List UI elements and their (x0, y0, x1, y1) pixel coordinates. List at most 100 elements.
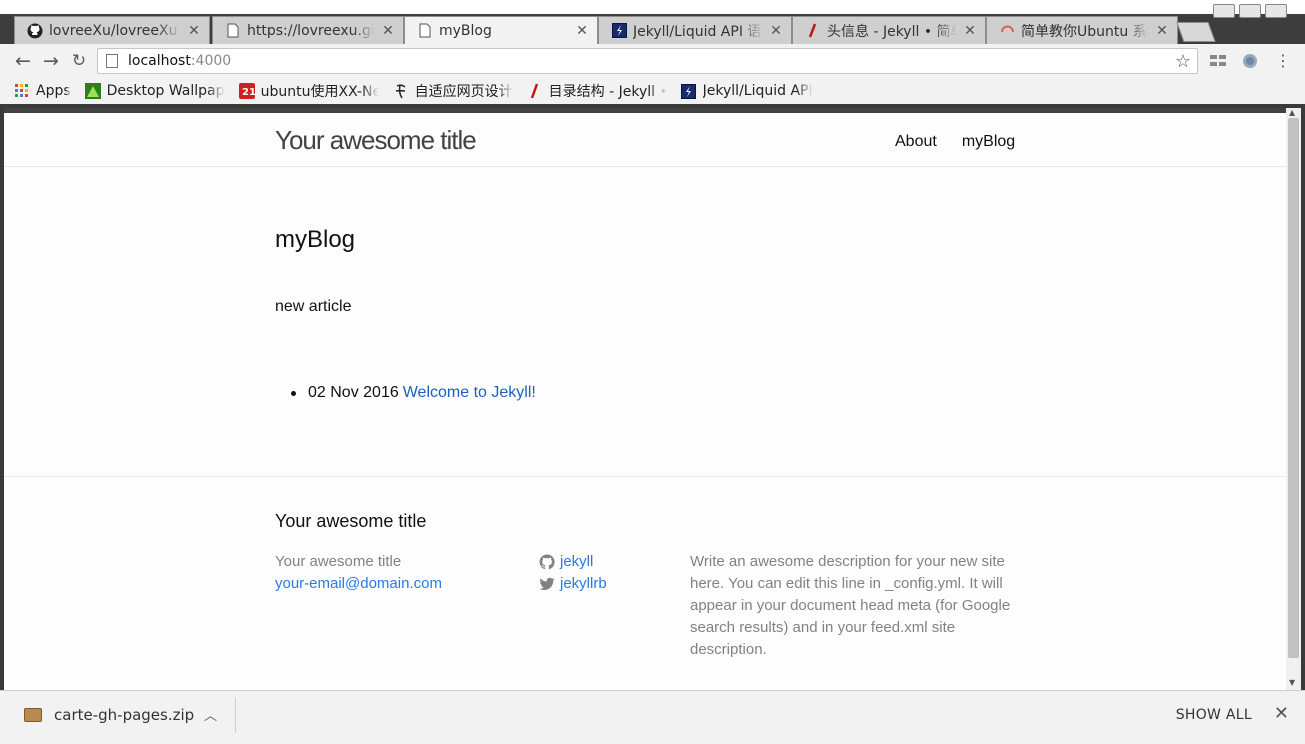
bullet (291, 390, 296, 396)
bookmark-label: 目录结构 - Jekyll • 简单 (548, 84, 667, 100)
nav-link-myblog[interactable]: myBlog (962, 133, 1015, 151)
jekyll-tube-icon (527, 83, 543, 99)
list-item: 02 Nov 2016 Welcome to Jekyll! (288, 384, 536, 402)
page-heading: myBlog (275, 226, 356, 253)
reload-icon[interactable]: ↻ (68, 50, 90, 72)
close-icon[interactable]: ✕ (963, 23, 977, 39)
bookmark-label: Apps (36, 83, 71, 99)
url-host: localhost (128, 53, 191, 69)
menu-kebab-icon[interactable]: ⋮ (1272, 50, 1294, 72)
social-github: jekyll (539, 551, 607, 573)
bookmarks-bar: Apps Desktop Wallpapers 21 ubuntu使用XX-Ne… (0, 78, 1305, 104)
scroll-up-icon[interactable]: ▲ (1289, 108, 1295, 117)
twitter-icon (539, 577, 555, 591)
scrollbar-thumb[interactable] (1288, 118, 1299, 658)
tab-title: myBlog (439, 22, 492, 39)
site-title[interactable]: Your awesome title (275, 125, 477, 156)
window-controls (1213, 4, 1287, 18)
bookmark-responsive-design[interactable]: 自适应网页设计 (393, 81, 513, 101)
download-shelf: carte-gh-pages.zip ︿ SHOW ALL ✕ (0, 690, 1305, 744)
footer-heading: Your awesome title (275, 511, 427, 531)
scroll-down-icon[interactable]: ▼ (1289, 678, 1295, 687)
zip-file-icon (24, 708, 42, 722)
tab-lovreexu-site[interactable]: https://lovreexu.github.io ✕ (212, 16, 404, 44)
bookmark-label: Jekyll/Liquid API (702, 83, 813, 99)
github-link[interactable]: jekyll (560, 551, 593, 573)
page-info-icon[interactable] (106, 54, 118, 68)
jekyll-docs-icon (681, 83, 697, 99)
close-icon[interactable]: ✕ (769, 23, 783, 39)
site-header: Your awesome title About myBlog (4, 108, 1286, 167)
lead-text: new article (275, 298, 352, 315)
page-scrollbar[interactable]: ▲ ▼ (1286, 108, 1301, 690)
tab-title: lovreeXu/lovreeXu.github.io (49, 22, 181, 39)
script-icon (393, 83, 409, 99)
browser-toolbar: ← → ↻ localhost:4000 ☆ ⋮ (0, 44, 1305, 78)
bookmark-ubuntu-xxnet[interactable]: 21 ubuntu使用XX-Net (238, 81, 379, 101)
tab-ubuntu[interactable]: 简单教你Ubuntu 系统 ✕ (986, 16, 1178, 44)
download-item[interactable]: carte-gh-pages.zip ︿ (0, 697, 236, 733)
window-titlebar (0, 0, 1305, 14)
footer-contact: Your awesome title your-email@domain.com (275, 551, 442, 595)
tab-title: Jekyll/Liquid API 语法 (633, 23, 763, 40)
apps-grid-icon (14, 83, 30, 99)
extension-circle-icon[interactable] (1242, 53, 1258, 69)
social-twitter: jekyllrb (539, 573, 607, 595)
loading-icon (999, 23, 1015, 39)
bookmark-jekyll-liquid[interactable]: Jekyll/Liquid API (681, 83, 813, 99)
nav-link-about[interactable]: About (895, 133, 937, 151)
new-tab-button[interactable] (1176, 22, 1216, 42)
github-icon (27, 23, 43, 39)
forward-icon[interactable]: → (40, 50, 62, 72)
tab-strip: lovreeXu/lovreeXu.github.io ✕ https://lo… (0, 14, 1305, 44)
wallpaper-icon (84, 83, 101, 99)
site-nav: About myBlog (895, 133, 1015, 151)
show-all-button[interactable]: SHOW ALL (1176, 707, 1252, 723)
footer-social: jekyll jekyllrb (539, 551, 607, 595)
minimize-button[interactable] (1213, 4, 1235, 18)
window-border-right (1301, 104, 1305, 690)
close-icon[interactable]: ✕ (381, 23, 395, 39)
tab-jekyll-header[interactable]: 头信息 - Jekyll • 简单静态博客 ✕ (792, 16, 986, 44)
tab-jekyll-liquid[interactable]: Jekyll/Liquid API 语法 ✕ (598, 16, 792, 44)
chevron-up-icon[interactable]: ︿ (204, 705, 217, 724)
close-window-button[interactable] (1265, 4, 1287, 18)
red-badge-icon: 21 (238, 83, 255, 99)
bookmark-apps[interactable]: Apps (14, 83, 71, 99)
post-link[interactable]: Welcome to Jekyll! (403, 384, 536, 402)
tab-title: https://lovreexu.github.io (247, 22, 375, 39)
maximize-button[interactable] (1239, 4, 1261, 18)
twitter-link[interactable]: jekyllrb (560, 573, 607, 595)
back-icon[interactable]: ← (12, 50, 34, 72)
bookmark-jekyll-structure[interactable]: 目录结构 - Jekyll • 简单 (527, 81, 667, 101)
jekyll-tube-icon (805, 23, 821, 39)
close-icon[interactable]: ✕ (575, 23, 589, 39)
tab-github[interactable]: lovreeXu/lovreeXu.github.io ✕ (14, 16, 210, 44)
jekyll-docs-icon (611, 23, 627, 39)
site-footer: Your awesome title Your awesome title yo… (4, 476, 1286, 690)
post-list: 02 Nov 2016 Welcome to Jekyll! (288, 384, 536, 402)
page-icon (225, 23, 241, 39)
footer-description: Write an awesome description for your ne… (690, 553, 1011, 658)
download-filename: carte-gh-pages.zip (54, 706, 195, 724)
footer-email-link[interactable]: your-email@domain.com (275, 573, 442, 595)
tab-title: 简单教你Ubuntu 系统 (1021, 23, 1149, 40)
close-icon[interactable]: ✕ (1155, 23, 1169, 39)
page-icon (417, 23, 433, 39)
close-icon[interactable]: ✕ (1274, 703, 1289, 724)
bookmark-label: 自适应网页设计 (414, 84, 513, 100)
svg-text:21: 21 (242, 87, 255, 98)
post-date: 02 Nov 2016 (308, 384, 399, 401)
extension-grid-icon[interactable] (1210, 53, 1226, 69)
url-port: :4000 (190, 53, 232, 69)
close-icon[interactable]: ✕ (187, 23, 201, 39)
bookmark-desktop-wallpapers[interactable]: Desktop Wallpapers (84, 83, 225, 99)
bookmark-star-icon[interactable]: ☆ (1175, 51, 1191, 72)
address-bar[interactable]: localhost:4000 ☆ (97, 48, 1198, 74)
tab-myblog[interactable]: myBlog ✕ (404, 16, 598, 44)
tab-title: 头信息 - Jekyll • 简单静态博客 (827, 23, 957, 40)
page-viewport: Your awesome title About myBlog myBlog n… (4, 108, 1286, 690)
footer-name: Your awesome title (275, 553, 402, 570)
bookmark-label: ubuntu使用XX-Net (260, 84, 379, 100)
bookmark-label: Desktop Wallpapers (106, 83, 225, 99)
